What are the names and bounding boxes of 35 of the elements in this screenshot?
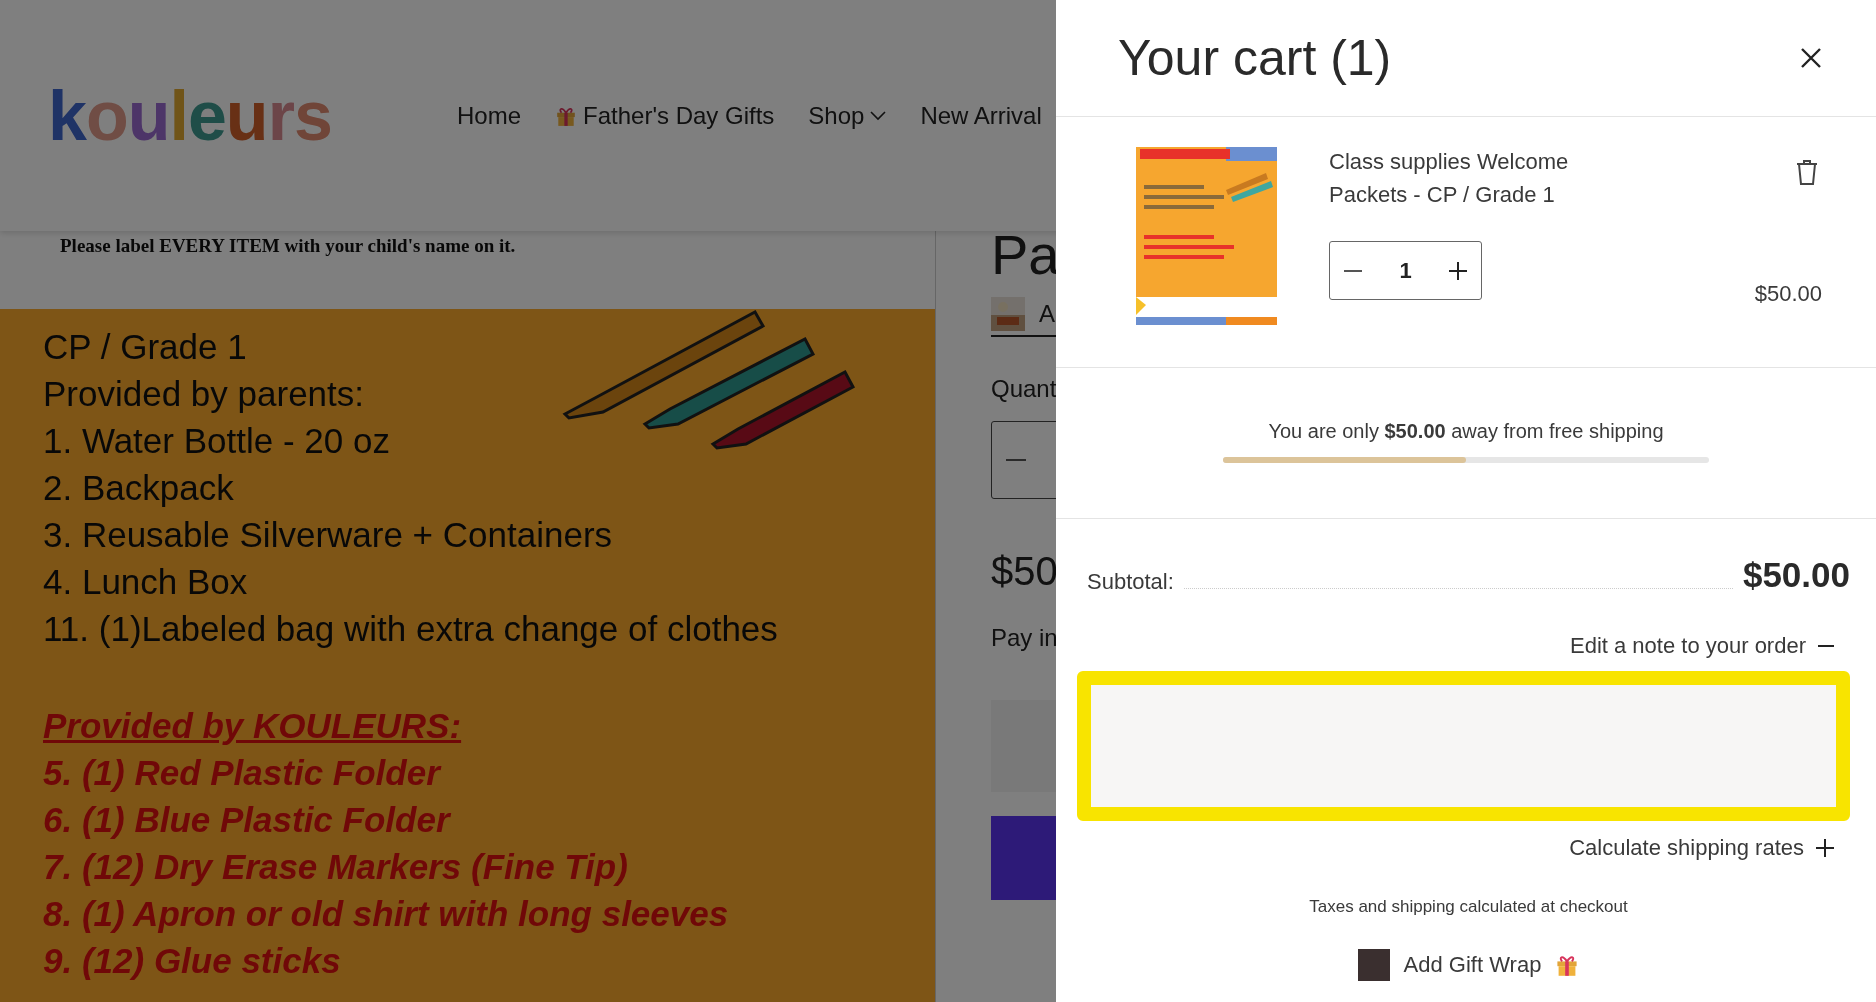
logo[interactable]: kouleurs [48,75,457,156]
poster-line: 11. (1)Labeled bag with extra change of clothes [43,608,778,650]
nav-link[interactable]: Shop [808,101,887,130]
nav-link[interactable]: New Arrival [920,101,1042,130]
poster-line: 1. Water Bottle - 20 oz [43,420,390,462]
gift-wrap-label: Add Gift Wrap [1403,952,1542,978]
poster-line: 9. (12) Glue sticks [43,940,341,982]
notice-text: Please label EVERY ITEM with your child's name on it. [59,234,517,258]
poster-line: 2. Backpack [43,467,234,509]
poster-line: 6. (1) Blue Plastic Folder [43,799,450,841]
poster-line: Provided by KOULEURS: [43,705,462,747]
note-toggle[interactable]: Edit a note to your order [1569,633,1850,659]
shipping-toggle[interactable]: Calculate shipping rates [1569,835,1850,861]
item-name[interactable]: Class supplies Welcome Packets - CP / Grade 1 [1329,145,1629,211]
quantity-input[interactable]: 1 [1383,256,1428,285]
product-title: Pa [991,223,1060,287]
subtotal-label: Subtotal: [1087,569,1174,595]
poster-line: CP / Grade 1 [43,326,247,368]
item-price: $50.00 [1754,281,1822,307]
tax-note: Taxes and shipping calculated at checkout [1309,897,1628,917]
nav-link[interactable]: Home [457,101,522,130]
poster-line: 3. Reusable Silverware + Containers [43,514,613,556]
poster-line: 5. (1) Red Plastic Folder [43,752,440,794]
nav-link[interactable]: Father's Day Gifts [555,101,775,130]
poster-line: 7. (12) Dry Erase Markers (Fine Tip) [43,846,628,888]
poster-line: 8. (1) Apron or old shirt with long sleeves [43,893,729,935]
product-price: $50 [991,549,1058,594]
media-label: A [1039,300,1055,328]
installments-text: Pay in [991,624,1058,652]
poster-line: Provided by parents: [43,373,364,415]
cart-title: Your cart (1) [1118,29,1392,87]
subtotal-value: $50.00 [1742,555,1850,595]
free-shipping-message: You are only $50.00 away from free shipping [1268,420,1664,443]
poster-line: 4. Lunch Box [43,561,248,603]
quantity-label: Quant [991,375,1057,403]
